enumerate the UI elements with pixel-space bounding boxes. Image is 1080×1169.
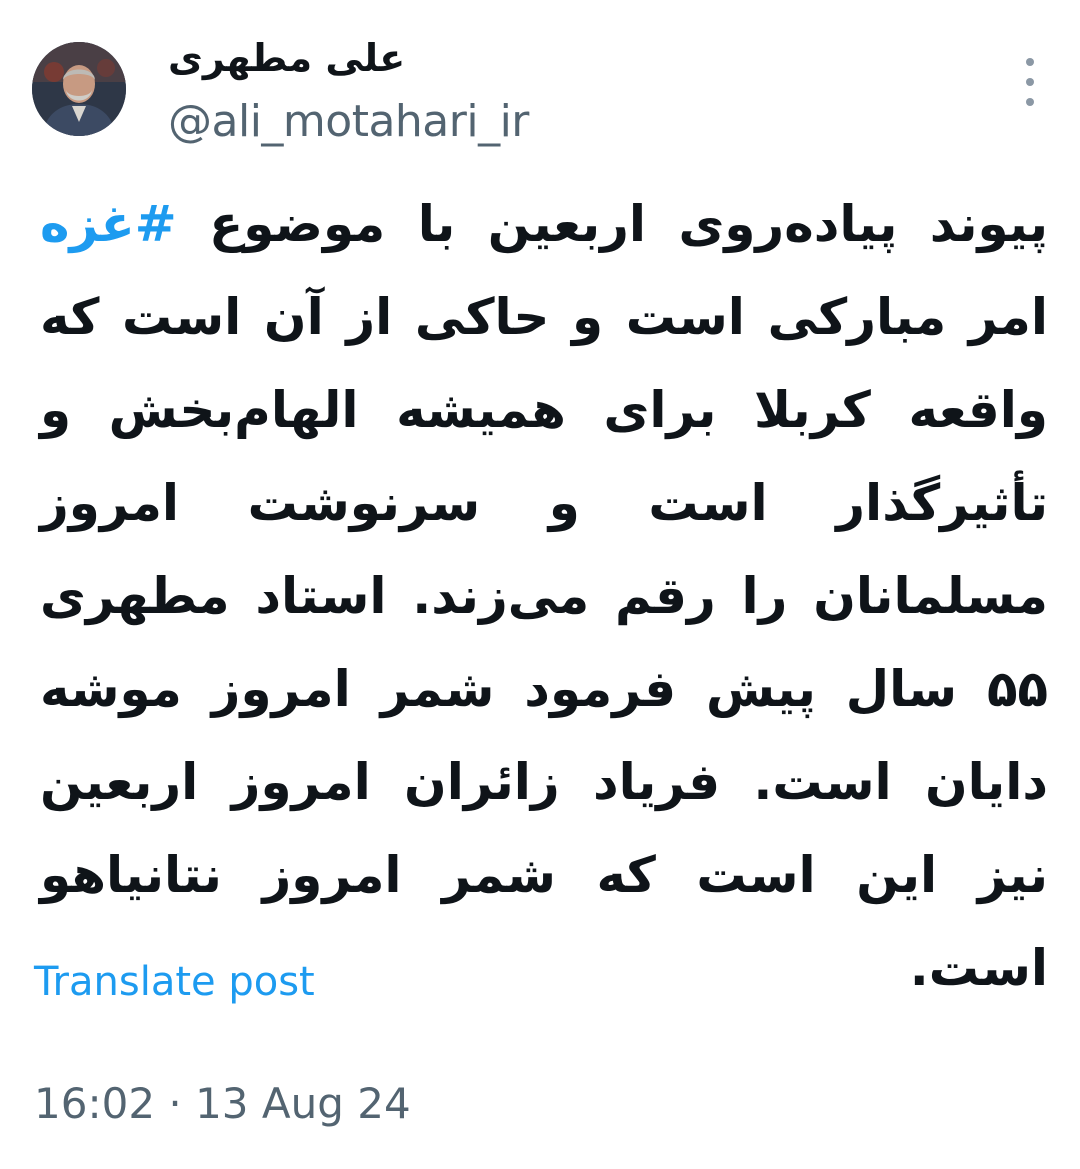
- user-handle[interactable]: @ali_motahari_ir: [168, 94, 529, 150]
- hashtag-link[interactable]: #غزه: [40, 195, 177, 253]
- post-text-after: امر مبارکی است و حاکی از آن است که واقعه…: [40, 288, 1048, 997]
- post-timestamp[interactable]: 16:02 · 13 Aug 24: [34, 1076, 411, 1132]
- avatar[interactable]: [32, 42, 126, 136]
- more-dots-icon: [1026, 58, 1034, 66]
- tweet-card: علی مطهری @ali_motahari_ir پیوند پیاده‌ر…: [0, 0, 1080, 1169]
- display-name[interactable]: علی مطهری: [168, 30, 405, 86]
- post-text-before: پیوند پیاده‌روی اربعین با موضوع: [176, 195, 1048, 253]
- post-text: پیوند پیاده‌روی اربعین با موضوع #غزه امر…: [40, 178, 1048, 1015]
- translate-post-link[interactable]: Translate post: [34, 954, 315, 1010]
- more-options-button[interactable]: [1010, 58, 1050, 106]
- more-dots-icon: [1026, 78, 1034, 86]
- more-dots-icon: [1026, 98, 1034, 106]
- user-avatar-icon: [32, 42, 126, 136]
